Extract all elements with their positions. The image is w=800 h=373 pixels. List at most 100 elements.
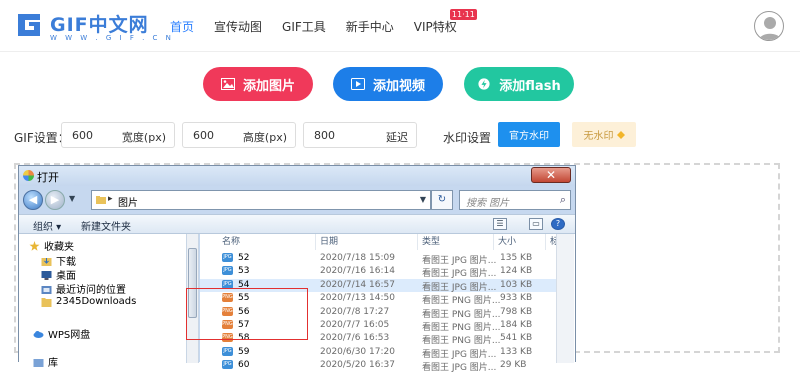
delay-value: 800 [314, 129, 335, 142]
video-icon [350, 78, 365, 90]
dialog-titlebar[interactable]: 打开 ✕ [19, 166, 575, 186]
file-name: 59 [238, 346, 250, 357]
search-icon: ⌕ [559, 193, 566, 206]
refresh-button[interactable]: ↻ [431, 190, 453, 210]
nav-favorites[interactable]: 收藏夹 [29, 238, 74, 253]
folder-icon [96, 196, 106, 204]
file-row[interactable]: JPG 59 2020/6/30 17:20 看图王 JPG 图片... 133 KB [200, 346, 556, 360]
file-row[interactable]: JPG 52 2020/7/18 15:09 看图王 JPG 图片... 135 KB [200, 252, 556, 266]
nav-2345downloads[interactable]: 2345Downloads [41, 296, 136, 307]
official-watermark-button[interactable]: 官方水印 [498, 122, 560, 147]
width-input[interactable]: 600 宽度(px) [61, 122, 175, 148]
file-date: 2020/7/13 14:50 [320, 293, 395, 304]
nav-downloads-label: 下载 [56, 257, 76, 268]
nav-beginner-center[interactable]: 新手中心 [346, 18, 394, 35]
file-size: 135 KB [500, 253, 533, 263]
nav-recent-places-label: 最近访问的位置 [56, 285, 126, 296]
history-dropdown-icon[interactable]: ▼ [69, 194, 75, 203]
file-type: 看图王 JPG 图片... [422, 256, 497, 266]
close-icon: ✕ [545, 168, 557, 182]
nav-favorites-label: 收藏夹 [44, 242, 74, 253]
add-image-button[interactable]: 添加图片 [203, 67, 313, 101]
flash-icon [478, 78, 490, 90]
file-size: 933 KB [500, 293, 533, 304]
file-date: 2020/6/30 17:20 [320, 346, 395, 357]
selection-highlight-box [186, 288, 308, 340]
file-type: 看图王 PNG 图片... [422, 336, 501, 347]
address-path: 图片 [118, 198, 138, 209]
logo-mark-icon [18, 14, 40, 36]
logo-text: GIF中文网 [50, 14, 149, 36]
user-avatar-icon [758, 17, 782, 40]
organize-menu[interactable]: 组织 ▾ [33, 218, 61, 233]
logo-subtext: W W W . G I F . C N [50, 34, 174, 42]
file-date: 2020/7/16 16:14 [320, 266, 395, 277]
add-flash-label: 添加flash [499, 78, 561, 94]
jpg-file-icon: JPG [222, 266, 233, 276]
add-flash-button[interactable]: 添加flash [464, 67, 574, 101]
nav-home[interactable]: 首页 [170, 18, 194, 35]
column-size[interactable]: 大小 [494, 234, 546, 250]
star-icon [29, 240, 40, 251]
breadcrumb-separator-icon[interactable]: ▸ [108, 194, 113, 204]
nav-wps-cloud-label: WPS网盘 [48, 330, 91, 341]
file-type: 看图王 JPG 图片... [422, 349, 497, 360]
height-value: 600 [193, 129, 214, 142]
nav-downloads[interactable]: 下载 [41, 253, 76, 268]
address-bar[interactable]: ▸ 图片 ▼ [91, 190, 431, 210]
file-size: 541 KB [500, 333, 533, 344]
refresh-icon: ↻ [437, 194, 447, 205]
add-video-label: 添加视频 [372, 78, 425, 94]
column-date[interactable]: 日期 [316, 234, 418, 250]
desktop-icon [41, 270, 52, 280]
file-row[interactable]: JPG 60 2020/5/20 16:37 看图王 JPG 图片... 29 KB [200, 359, 556, 373]
gif-settings-row: GIF设置： 600 宽度(px) 600 高度(px) 800 延迟 水印设置 [0, 122, 800, 150]
image-icon [220, 78, 235, 90]
view-options-icon[interactable]: ☰ [493, 218, 507, 230]
file-name: 52 [238, 253, 250, 263]
height-input[interactable]: 600 高度(px) [182, 122, 296, 148]
download-folder-icon [41, 257, 52, 266]
file-date: 2020/7/6 16:53 [320, 333, 390, 344]
site-logo[interactable]: GIF中文网 W W W . G I F . C N [14, 8, 171, 44]
file-row[interactable]: JPG 53 2020/7/16 16:14 看图王 JPG 图片... 124 KB [200, 265, 556, 280]
column-name[interactable]: 名称 [218, 234, 316, 250]
nav-desktop[interactable]: 桌面 [41, 267, 76, 282]
add-video-button[interactable]: 添加视频 [333, 67, 443, 101]
forward-button[interactable]: ▶ [45, 190, 65, 210]
help-icon[interactable]: ? [551, 218, 565, 230]
file-type: 看图王 JPG 图片... [422, 363, 497, 373]
user-avatar[interactable] [754, 11, 784, 41]
nav-wps-cloud[interactable]: WPS网盘 [33, 326, 90, 341]
preview-pane-icon[interactable]: ▭ [529, 218, 543, 230]
file-date: 2020/7/8 17:27 [320, 306, 390, 317]
search-box[interactable]: 搜索 图片 ⌕ [459, 190, 571, 210]
file-list-scrollbar[interactable] [556, 234, 574, 363]
navigation-pane: 收藏夹 下载 桌面 最近访问的位置 2345Downloads WPS网盘 库 [19, 234, 187, 369]
search-placeholder: 搜索 图片 [466, 198, 510, 209]
file-type: 看图王 PNG 图片... [422, 309, 501, 320]
site-header: GIF中文网 W W W . G I F . C N 首页 宣传动图 GIF工具… [0, 0, 800, 52]
address-dropdown-icon[interactable]: ▼ [420, 195, 426, 204]
main-nav: 首页 宣传动图 GIF工具 新手中心 VIP特权 11·11 [160, 0, 477, 52]
back-button[interactable]: ◀ [23, 190, 43, 210]
nav-gif-tools[interactable]: GIF工具 [282, 18, 326, 35]
app-icon [23, 170, 34, 181]
file-date: 2020/7/18 15:09 [320, 253, 395, 263]
no-watermark-button[interactable]: 无水印 [572, 122, 636, 147]
width-unit: 宽度(px) [121, 131, 166, 144]
nav-desktop-label: 桌面 [56, 271, 76, 282]
delay-input[interactable]: 800 延迟 [303, 122, 417, 148]
file-size: 798 KB [500, 306, 533, 317]
new-folder-button[interactable]: 新建文件夹 [81, 218, 131, 233]
file-date: 2020/7/14 16:57 [320, 279, 395, 290]
cloud-icon [33, 330, 44, 338]
jpg-file-icon: JPG [222, 253, 233, 262]
nav-promo-gifs[interactable]: 宣传动图 [214, 18, 262, 35]
nav-recent-places[interactable]: 最近访问的位置 [41, 281, 126, 296]
dialog-close-button[interactable]: ✕ [531, 167, 571, 183]
column-type[interactable]: 类型 [418, 234, 494, 250]
nav-2345downloads-label: 2345Downloads [56, 296, 137, 307]
nav-vip[interactable]: VIP特权 11·11 [414, 8, 477, 35]
file-type: 看图王 JPG 图片... [422, 269, 497, 280]
